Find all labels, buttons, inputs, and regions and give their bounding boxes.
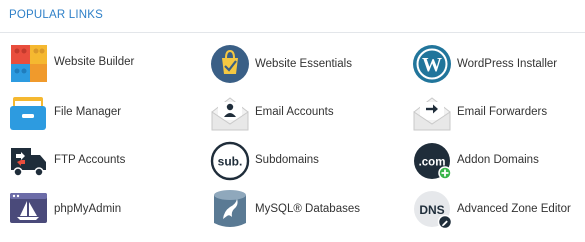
panel-title: POPULAR LINKS	[9, 9, 103, 21]
link-label: Email Forwarders	[457, 106, 548, 118]
email-forwarders-icon	[412, 92, 454, 136]
svg-text:W: W	[422, 54, 442, 76]
link-label: Advanced Zone Editor	[457, 203, 571, 215]
link-advanced-zone-editor[interactable]: DNS Advanced Zone Editor	[412, 189, 582, 235]
link-email-forwarders[interactable]: Email Forwarders	[412, 92, 582, 138]
link-email-accounts[interactable]: Email Accounts	[210, 92, 390, 138]
advanced-zone-editor-icon: DNS	[412, 189, 454, 233]
link-label: MySQL® Databases	[255, 203, 360, 215]
panel-header: POPULAR LINKS	[0, 0, 585, 33]
website-builder-icon	[9, 42, 51, 86]
link-label: Addon Domains	[457, 154, 539, 166]
link-website-builder[interactable]: Website Builder	[9, 42, 189, 88]
link-label: Website Essentials	[255, 58, 352, 70]
link-phpmyadmin[interactable]: phpMyAdmin	[9, 189, 189, 235]
link-label: FTP Accounts	[54, 154, 126, 166]
link-ftp-accounts[interactable]: FTP Accounts	[9, 140, 189, 186]
link-label: File Manager	[54, 106, 122, 118]
popular-links-panel: POPULAR LINKS Website Builder Website Es…	[0, 0, 585, 242]
link-label: Email Accounts	[255, 106, 334, 118]
link-mysql-databases[interactable]: MySQL® Databases	[210, 189, 390, 235]
file-manager-icon	[9, 92, 51, 136]
subdomains-icon: sub.	[210, 140, 252, 184]
ftp-accounts-icon	[9, 140, 51, 184]
link-label: phpMyAdmin	[54, 203, 122, 215]
addon-domains-icon: .com	[412, 140, 454, 184]
link-label: Website Builder	[54, 56, 135, 68]
link-wordpress-installer[interactable]: W WordPress Installer	[412, 42, 582, 88]
link-addon-domains[interactable]: .com Addon Domains	[412, 140, 582, 186]
svg-text:DNS: DNS	[419, 203, 444, 217]
mysql-databases-icon	[210, 189, 252, 233]
link-label: WordPress Installer	[457, 58, 558, 70]
link-subdomains[interactable]: sub. Subdomains	[210, 140, 390, 186]
link-label: Subdomains	[255, 154, 319, 166]
wordpress-icon: W	[412, 42, 454, 86]
email-accounts-icon	[210, 92, 252, 136]
link-file-manager[interactable]: File Manager	[9, 92, 189, 138]
phpmyadmin-icon	[9, 189, 51, 233]
link-website-essentials[interactable]: Website Essentials	[210, 42, 390, 88]
svg-text:sub.: sub.	[218, 155, 243, 169]
website-essentials-icon	[210, 42, 252, 86]
svg-text:.com: .com	[419, 157, 446, 169]
